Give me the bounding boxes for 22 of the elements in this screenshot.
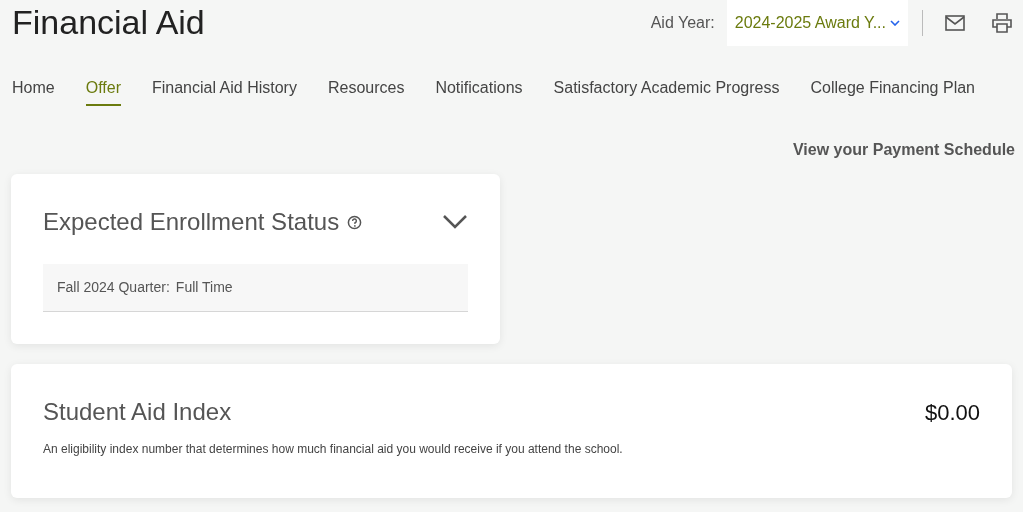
caret-icon (890, 20, 900, 26)
help-icon[interactable] (347, 214, 363, 230)
card-title: Student Aid Index (43, 397, 232, 427)
page-title: Financial Aid (12, 2, 205, 43)
nav-tab[interactable]: Financial Aid History (151, 76, 297, 106)
aid-year-dropdown[interactable]: 2024-2025 Award Y... (726, 0, 908, 46)
nav-tab[interactable]: Home (12, 76, 55, 106)
nav-tab[interactable]: Offer (85, 76, 121, 106)
nav-tab[interactable]: College Financing Plan (810, 76, 975, 106)
chevron-icon[interactable] (442, 214, 468, 230)
nav-tab[interactable]: Resources (327, 76, 405, 106)
enrollment-status: Full Time (175, 278, 233, 297)
print-icon[interactable] (991, 13, 1013, 33)
mail-icon[interactable] (945, 15, 965, 31)
card-description: An eligibility index number that determines how much financial aid you would receive if you attend the school. (43, 441, 624, 458)
term-label: Fall 2024 Quarter: (57, 278, 170, 297)
nav-tab[interactable]: Notifications (435, 76, 523, 106)
aid-index-amount: $0.00 (924, 398, 980, 427)
aid-year-label: Aid Year: (650, 13, 715, 33)
payment-schedule-link[interactable]: View your Payment Schedule (793, 138, 1015, 162)
card-title: Expected Enrollment Status (43, 207, 340, 237)
nav-tab[interactable]: Satisfactory Academic Progress (553, 76, 780, 106)
